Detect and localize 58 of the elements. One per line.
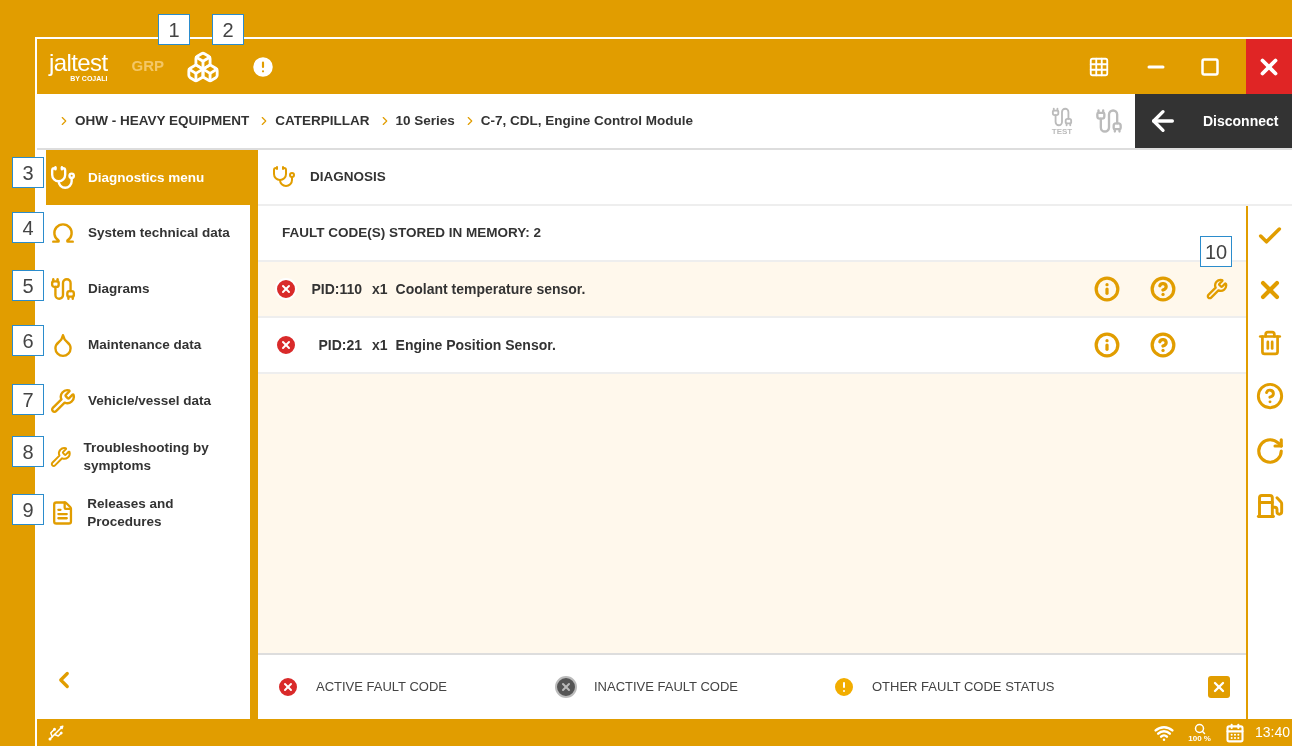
omega-icon <box>50 220 76 246</box>
help-icon[interactable] <box>1150 332 1176 358</box>
disconnect-button[interactable]: Disconnect <box>1135 94 1292 148</box>
fault-row[interactable]: PID:110 x1 Coolant temperature sensor. <box>258 262 1246 318</box>
breadcrumb-item[interactable]: C-7, CDL, Engine Control Module <box>480 110 694 132</box>
apps-grid-icon[interactable] <box>1088 55 1110 78</box>
help-icon[interactable] <box>1150 276 1176 302</box>
fault-code: PID:21 <box>317 335 362 355</box>
callout-number: 10 <box>1200 236 1233 267</box>
troubleshooting-icon[interactable] <box>1206 278 1228 300</box>
fault-count: x1 <box>372 279 388 299</box>
maximize-icon[interactable] <box>1200 56 1220 77</box>
close-button[interactable] <box>1246 39 1292 94</box>
close-legend-button[interactable] <box>1208 676 1230 698</box>
connector-icon <box>50 276 76 302</box>
wrench-icon <box>50 388 76 414</box>
error-icon <box>274 333 298 357</box>
legend-label: OTHER FAULT CODE STATUS <box>872 678 1055 697</box>
legend-label: INACTIVE FAULT CODE <box>594 678 738 697</box>
callout-number: 6 <box>12 325 44 356</box>
inactive-icon <box>554 675 578 699</box>
stethoscope-icon <box>272 165 296 189</box>
callout-number: 1 <box>158 14 190 45</box>
legend-label: ACTIVE FAULT CODE <box>316 678 447 697</box>
callout-number: 4 <box>12 212 44 243</box>
restart-icon[interactable] <box>1255 436 1285 466</box>
help-icon[interactable] <box>1256 382 1284 410</box>
zoom-icon[interactable] <box>1193 722 1206 735</box>
clock: 13:40 <box>1254 723 1290 742</box>
calendar-icon[interactable] <box>1224 722 1245 743</box>
fault-description: Engine Position Sensor. <box>395 335 556 355</box>
callout-number: 3 <box>12 157 44 188</box>
trash-icon[interactable] <box>1257 330 1283 356</box>
usb-icon <box>47 723 65 742</box>
panel-title: DIAGNOSIS <box>310 167 386 186</box>
info-icon[interactable] <box>1094 276 1120 302</box>
cable-icon[interactable] <box>1095 107 1123 135</box>
fault-code: PID:110 <box>310 279 362 299</box>
fault-summary: FAULT CODE(S) STORED IN MEMORY: 2 <box>282 223 541 242</box>
error-icon <box>274 277 298 301</box>
breadcrumb-item[interactable]: 10 Series <box>395 110 455 132</box>
warning-icon <box>832 675 856 699</box>
callout-number: 7 <box>12 384 44 415</box>
logo-text: jaltest <box>49 51 108 75</box>
cubes-icon[interactable] <box>186 49 220 84</box>
error-icon <box>276 675 300 699</box>
stethoscope-icon <box>50 164 76 191</box>
breadcrumb-item[interactable]: CATERPILLAR <box>275 110 370 132</box>
fault-description: Coolant temperature sensor. <box>395 279 586 299</box>
callout-number: 5 <box>12 270 44 301</box>
info-icon[interactable] <box>1094 332 1120 358</box>
callout-number: 9 <box>12 494 44 525</box>
callout-number: 2 <box>212 14 244 45</box>
close-icon <box>1211 679 1227 695</box>
zoom-level: 100 % <box>1188 734 1211 743</box>
fault-count: x1 <box>372 335 388 355</box>
callout-number: 8 <box>12 436 44 467</box>
breadcrumb-item[interactable]: OHW - HEAVY EQUIPMENT <box>75 110 250 132</box>
